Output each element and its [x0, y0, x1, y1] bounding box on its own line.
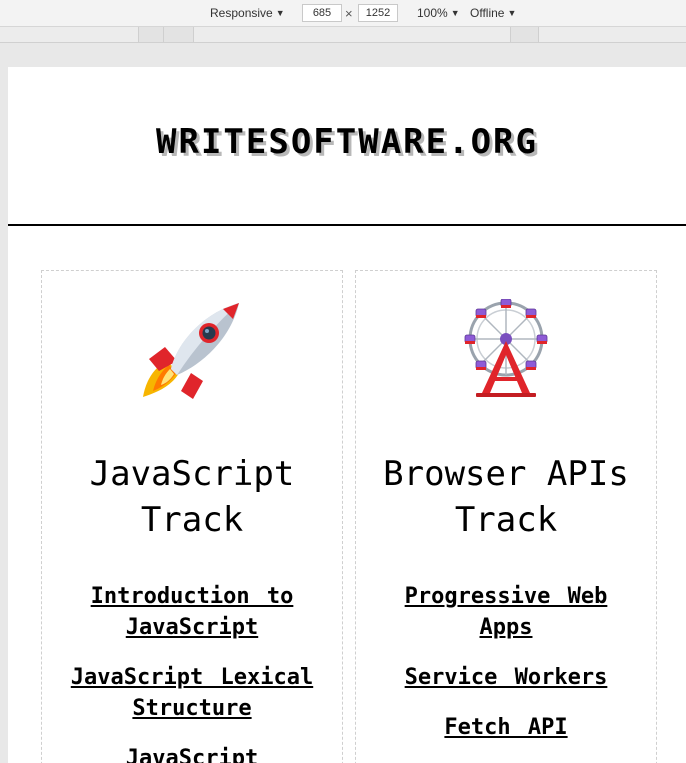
link-service-workers[interactable]: Service Workers	[405, 665, 608, 690]
link-javascript[interactable]: JavaScript	[126, 746, 258, 763]
ruler-segment	[510, 27, 538, 42]
track-card-javascript: JavaScript Track Introduction to JavaScr…	[41, 270, 343, 763]
list-item: Service Workers	[374, 662, 638, 693]
device-toolbar: Responsive▼ × 100%▼ Offline▼	[0, 0, 686, 27]
list-item: Introduction to JavaScript	[60, 581, 324, 643]
link-introduction-to-javascript[interactable]: Introduction to JavaScript	[91, 584, 294, 640]
ferris-wheel-icon	[356, 299, 656, 399]
caret-down-icon: ▼	[275, 8, 285, 18]
track-title-line: Browser APIs	[383, 454, 629, 494]
track-title: JavaScript Track	[62, 451, 322, 543]
ruler-segment	[138, 27, 194, 42]
link-javascript-lexical-structure[interactable]: JavaScript Lexical Structure	[71, 665, 313, 721]
track-title: Browser APIs Track	[376, 451, 636, 543]
viewport-width-input[interactable]	[302, 4, 342, 22]
dimension-separator: ×	[345, 6, 353, 21]
device-mode-label: Responsive	[210, 6, 273, 20]
ruler-tick	[138, 27, 139, 42]
link-progressive-web-apps[interactable]: Progressive Web Apps	[405, 584, 608, 640]
device-mode-dropdown[interactable]: Responsive ▼	[210, 4, 285, 22]
ruler-tick	[163, 27, 164, 42]
page-viewport[interactable]: WRITESOFTWARE.ORG JavaScript Track Intro…	[8, 67, 686, 763]
list-item: JavaScript	[60, 743, 324, 763]
track-link-list: Introduction to JavaScript JavaScript Le…	[60, 581, 324, 763]
viewport-height-input[interactable]	[358, 4, 398, 22]
ruler-tick	[538, 27, 539, 42]
track-link-list: Progressive Web Apps Service Workers Fet…	[374, 581, 638, 762]
track-title-line: Track	[140, 500, 244, 540]
network-throttle-dropdown[interactable]: Offline ▼	[470, 4, 516, 22]
ruler-tick	[193, 27, 194, 42]
link-fetch-api[interactable]: Fetch API	[444, 715, 567, 740]
site-header: WRITESOFTWARE.ORG	[8, 67, 686, 226]
list-item: Progressive Web Apps	[374, 581, 638, 643]
zoom-label: 100%	[417, 6, 448, 20]
track-title-line: Track	[454, 500, 558, 540]
caret-down-icon: ▼	[450, 8, 460, 18]
track-title-line: JavaScript	[89, 454, 295, 494]
media-query-ruler[interactable]	[0, 27, 686, 43]
rocket-icon	[42, 299, 342, 399]
caret-down-icon: ▼	[507, 8, 517, 18]
track-card-browser-apis: Browser APIs Track Progressive Web Apps …	[355, 270, 657, 763]
site-title[interactable]: WRITESOFTWARE.ORG	[8, 122, 686, 162]
throttle-label: Offline	[470, 6, 505, 20]
list-item: Fetch API	[374, 712, 638, 743]
zoom-dropdown[interactable]: 100% ▼	[417, 4, 460, 22]
list-item: JavaScript Lexical Structure	[60, 662, 324, 724]
ruler-tick	[510, 27, 511, 42]
